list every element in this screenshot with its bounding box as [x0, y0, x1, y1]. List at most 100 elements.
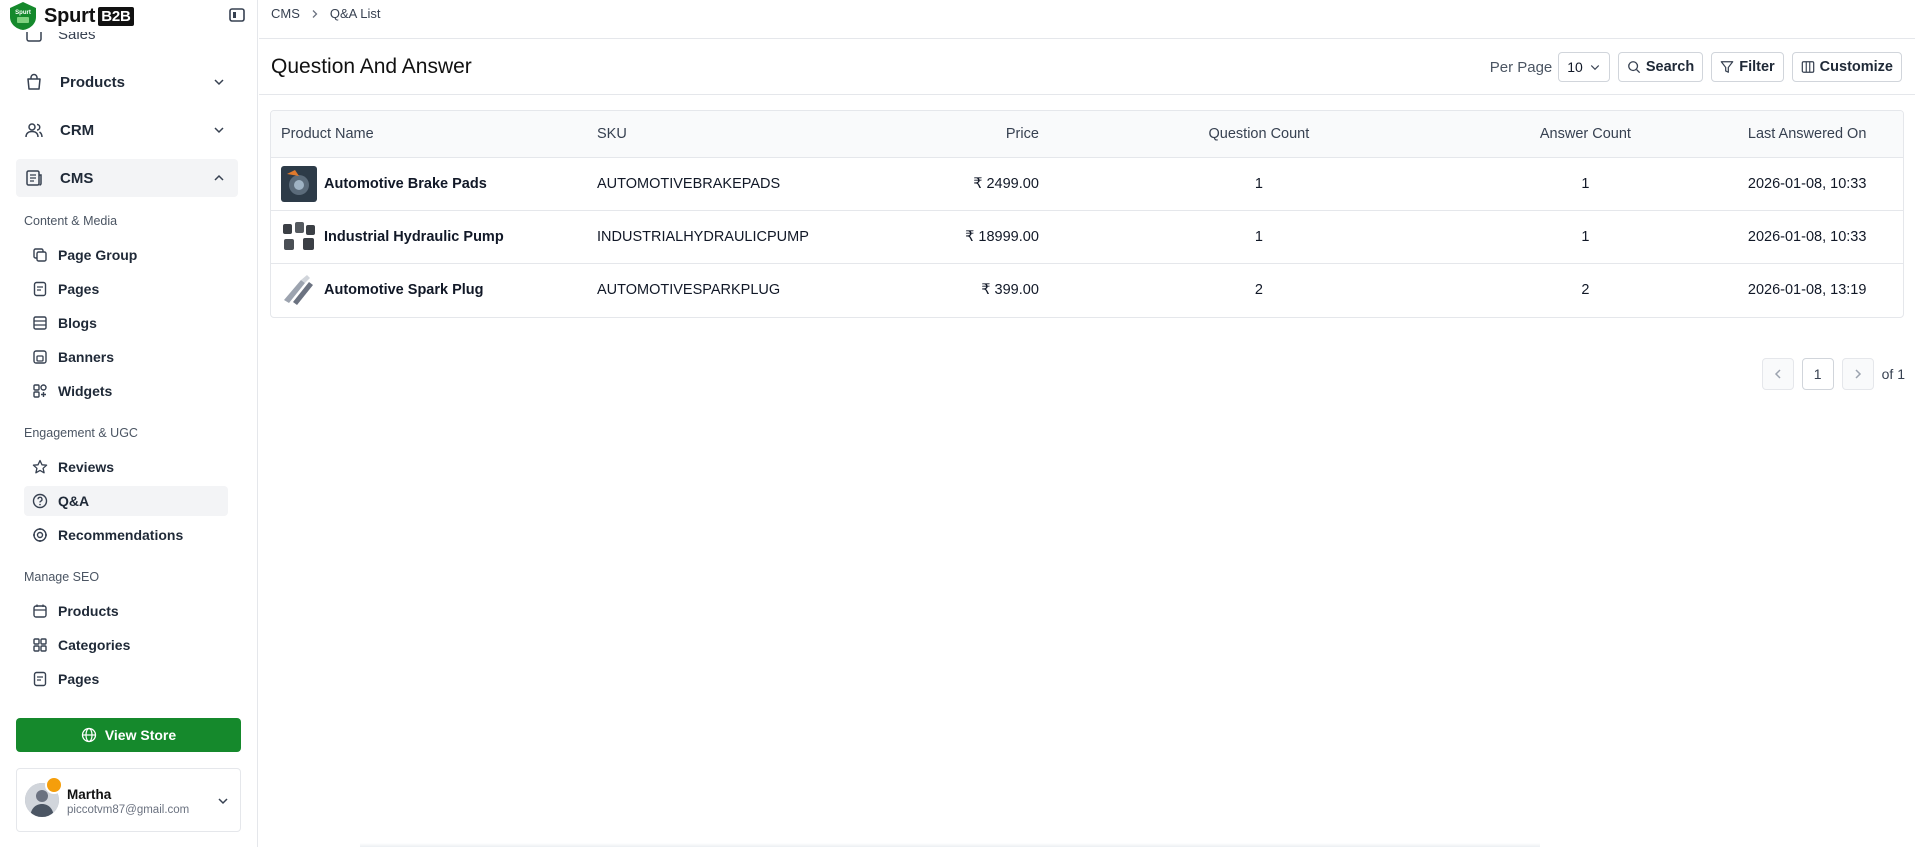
sidebar-item-label: Banners: [58, 349, 115, 365]
per-page-select[interactable]: 10: [1558, 52, 1610, 82]
sidebar-item-sales[interactable]: Sales: [24, 32, 234, 46]
price-cell: ₹ 2499.00: [818, 157, 1049, 211]
answer-count-cell: 2: [1581, 281, 1590, 298]
qa-table: Product Name SKU Price Question Count An…: [270, 110, 1904, 318]
shield-logo-icon: Spurt: [10, 2, 36, 30]
brand-logo[interactable]: Spurt Spurt B2B: [8, 2, 134, 30]
brand-name-text: Spurt: [44, 4, 96, 27]
sidebar-item-label: Q&A: [58, 493, 90, 509]
widgets-icon: [33, 384, 47, 398]
copy-icon: [33, 248, 47, 262]
product-cell[interactable]: Automotive Brake Pads: [281, 165, 577, 202]
sidebar-item-label: CRM: [60, 121, 95, 139]
sidebar-scroll[interactable]: Sales Products CRM CMS Content & Media P…: [0, 32, 258, 697]
product-cell[interactable]: Automotive Spark Plug: [281, 271, 577, 308]
column-header-answer-count[interactable]: Answer Count: [1468, 111, 1702, 158]
section-title-manage-seo: Manage SEO: [24, 570, 100, 584]
chevron-down-icon: [1590, 65, 1600, 71]
customize-button[interactable]: Customize: [1791, 52, 1902, 82]
columns-icon: [1801, 61, 1814, 73]
question-count-cell: 1: [1048, 157, 1469, 211]
page-title: Question And Answer: [271, 55, 472, 78]
sidebar-item-cms[interactable]: CMS: [16, 159, 238, 197]
current-page[interactable]: 1: [1801, 358, 1834, 390]
column-header-price[interactable]: Price: [818, 111, 1049, 158]
user-menu[interactable]: Martha piccotvm87@gmail.com: [16, 768, 241, 832]
sidebar: Spurt Spurt B2B Sales Products CRM CMS C…: [0, 0, 258, 847]
sales-icon: [26, 32, 42, 42]
product-cell[interactable]: Industrial Hydraulic Pump: [281, 218, 577, 255]
view-store-label: View Store: [104, 727, 177, 743]
column-header-sku[interactable]: SKU: [587, 111, 819, 158]
bottom-edge-shadow: [360, 843, 1540, 847]
per-page-label: Per Page: [1489, 58, 1553, 76]
per-page-value: 10: [1567, 59, 1583, 75]
sidebar-item-label: Reviews: [58, 459, 115, 475]
search-icon: [1627, 61, 1640, 74]
search-button[interactable]: Search: [1617, 52, 1704, 82]
chevron-right-icon: [1855, 369, 1861, 379]
product-thumbnail: [281, 218, 317, 255]
table-row[interactable]: Industrial Hydraulic Pump INDUSTRIALHYDR…: [271, 210, 1903, 264]
table-row[interactable]: Automotive Brake Pads AUTOMOTIVEBRAKEPAD…: [271, 157, 1903, 211]
sidebar-item-seo-products[interactable]: Products: [24, 596, 228, 626]
chevron-left-icon: [1774, 369, 1781, 379]
filter-label: Filter: [1739, 59, 1775, 75]
pagination: 1 of 1: [1761, 358, 1905, 390]
sku-cell: INDUSTRIALHYDRAULICPUMP: [587, 210, 819, 264]
answer-count-cell: 1: [1468, 157, 1702, 211]
price-cell: ₹ 18999.00: [818, 210, 1049, 264]
table-row[interactable]: Automotive Spark Plug AUTOMOTIVESPARKPLU…: [271, 263, 1903, 316]
filter-button[interactable]: Filter: [1711, 52, 1784, 82]
sidebar-item-seo-pages[interactable]: Pages: [24, 664, 228, 694]
banner-icon: [33, 350, 47, 364]
prev-page-button[interactable]: [1761, 358, 1794, 390]
sidebar-item-recommendations[interactable]: Recommendations: [24, 520, 228, 550]
chevron-up-icon: [214, 174, 224, 181]
last-answered-cell: 2026-01-08, 10:33: [1701, 210, 1903, 264]
file-text-icon: [33, 281, 47, 297]
sidebar-toggle-icon[interactable]: [228, 6, 246, 24]
sidebar-item-crm[interactable]: CRM: [16, 111, 238, 149]
shopping-bag-icon: [27, 73, 41, 90]
product-thumbnail: [281, 165, 317, 202]
sidebar-item-reviews[interactable]: Reviews: [24, 452, 228, 482]
column-header-last-answered[interactable]: Last Answered On: [1701, 111, 1903, 158]
filter-icon: [1720, 61, 1734, 73]
column-header-product-name[interactable]: Product Name: [271, 111, 587, 158]
breadcrumb: CMS Q&A List: [271, 6, 380, 21]
view-store-button[interactable]: View Store: [16, 718, 241, 752]
last-answered-cell: 2026-01-08, 13:19: [1747, 281, 1867, 298]
sidebar-item-label: Products: [58, 603, 119, 619]
page-header: Question And Answer Per Page 10 Search F…: [259, 39, 1915, 95]
breadcrumb-current: Q&A List: [329, 6, 381, 21]
sidebar-item-page-group[interactable]: Page Group: [24, 240, 228, 270]
sidebar-item-seo-categories[interactable]: Categories: [24, 630, 228, 660]
users-icon: [25, 123, 43, 138]
sidebar-item-blogs[interactable]: Blogs: [24, 308, 228, 338]
sidebar-item-pages[interactable]: Pages: [24, 274, 228, 304]
sidebar-item-products[interactable]: Products: [16, 63, 238, 101]
recommend-icon: [33, 528, 47, 542]
sidebar-item-qa[interactable]: Q&A: [24, 486, 228, 516]
sidebar-item-label: Page Group: [58, 247, 138, 263]
sidebar-item-label: Widgets: [58, 383, 113, 399]
column-header-question-count[interactable]: Question Count: [1048, 111, 1469, 158]
next-page-button[interactable]: [1841, 358, 1874, 390]
last-answered-cell: 2026-01-08, 10:33: [1701, 157, 1903, 211]
page-total: of 1: [1881, 366, 1905, 382]
brand-name: Spurt B2B: [44, 5, 134, 28]
search-label: Search: [1645, 59, 1695, 75]
star-icon: [32, 459, 48, 474]
user-name: Martha: [67, 787, 112, 802]
breadcrumb-cms[interactable]: CMS: [271, 6, 300, 21]
table-header-row: Product Name SKU Price Question Count An…: [271, 111, 1903, 158]
question-circle-icon: [32, 493, 48, 509]
blog-icon: [33, 316, 47, 330]
globe-icon: [81, 727, 96, 743]
sidebar-item-banners[interactable]: Banners: [24, 342, 228, 372]
section-title-content-media: Content & Media: [24, 214, 118, 228]
crown-badge-icon: [45, 776, 63, 794]
sidebar-item-widgets[interactable]: Widgets: [24, 376, 228, 406]
product-name: Automotive Brake Pads: [324, 175, 487, 192]
